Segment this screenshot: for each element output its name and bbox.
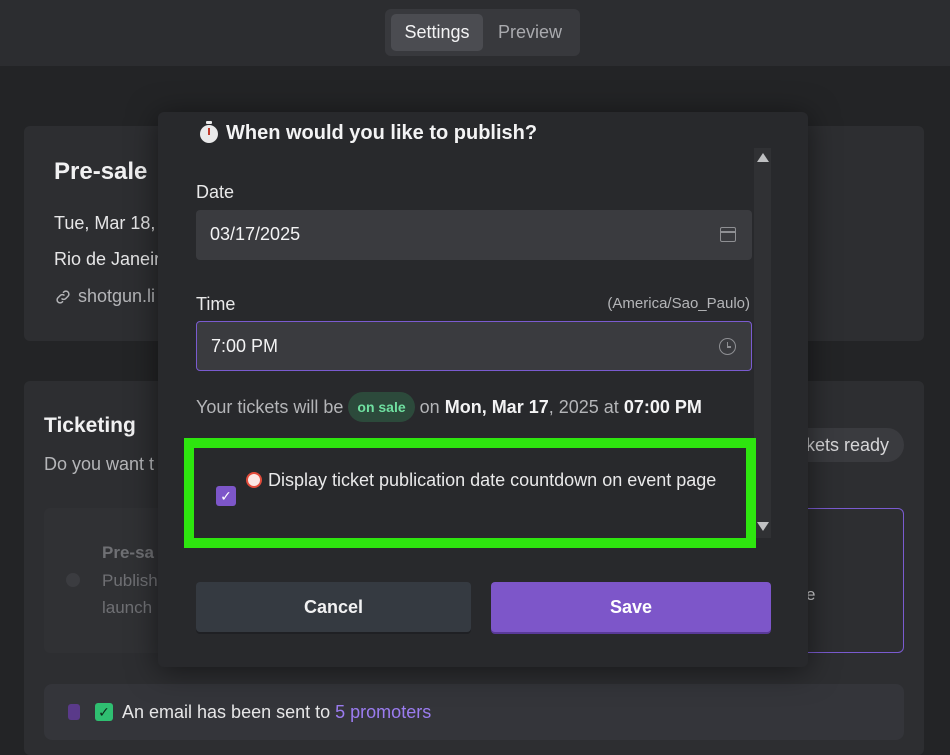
on-sale-badge: on sale (348, 392, 415, 422)
timezone-label: (America/Sao_Paulo) (607, 295, 750, 312)
date-field[interactable] (196, 210, 752, 260)
sale-on: on (419, 396, 440, 417)
time-field[interactable] (196, 321, 752, 371)
sale-year: , 2025 at (548, 396, 619, 417)
modal-title-text: When would you like to publish? (226, 122, 538, 144)
countdown-label-text: Display ticket publication date countdow… (268, 470, 717, 490)
time-input[interactable] (211, 322, 691, 370)
email-notice-text: An email has been sent to (122, 702, 331, 722)
sale-time: 07:00 PM (623, 396, 702, 417)
stopwatch-icon (200, 120, 218, 143)
presale-option-title: Pre-sa (102, 543, 154, 562)
link-icon (56, 289, 70, 304)
presale-option-line: launch (102, 598, 153, 617)
sale-date: Mon, Mar 17 (444, 396, 549, 417)
event-link[interactable]: shotgun.li (54, 286, 155, 307)
view-switcher: Settings Preview (385, 9, 580, 56)
promoters-link[interactable]: 5 promoters (335, 702, 431, 722)
ticketing-title: Ticketing (44, 414, 136, 437)
clock-icon[interactable] (719, 338, 736, 355)
modal-scrollbar[interactable] (754, 148, 771, 538)
presale-option-line: Publish (102, 571, 158, 590)
tab-settings[interactable]: Settings (391, 14, 483, 51)
calendar-icon[interactable] (720, 227, 736, 242)
date-input[interactable] (210, 210, 690, 258)
tab-preview[interactable]: Preview (485, 14, 575, 51)
publish-date-modal: When would you like to publish? Date Tim… (158, 112, 808, 667)
countdown-checkbox[interactable]: ✓ (216, 486, 236, 506)
presale-option-radio[interactable] (66, 573, 80, 587)
notice-icon (68, 704, 80, 720)
ticketing-question: Do you want t (44, 454, 155, 474)
scroll-up-icon[interactable] (757, 153, 769, 162)
scroll-down-icon[interactable] (757, 522, 769, 531)
alarm-clock-icon (246, 472, 262, 488)
event-link-text: shotgun.li (78, 286, 156, 306)
modal-title: When would you like to publish? (200, 120, 538, 145)
event-title: Pre-sale (54, 158, 148, 185)
sale-prefix: Your tickets will be (196, 396, 344, 417)
time-label: Time (196, 294, 236, 314)
date-label: Date (196, 182, 235, 202)
top-bar: Settings Preview (0, 0, 950, 66)
countdown-option[interactable]: ✓ Display ticket publication date countd… (196, 448, 746, 538)
countdown-label: Display ticket publication date countdow… (246, 466, 736, 494)
cancel-button[interactable]: Cancel (196, 582, 471, 632)
sale-summary: Your tickets will be on sale on Mon, Mar… (196, 392, 702, 422)
email-notice: An email has been sent to 5 promoters (122, 702, 431, 723)
event-date: Tue, Mar 18, (54, 213, 156, 233)
save-button[interactable]: Save (491, 582, 771, 632)
event-location: Rio de Janeir (54, 249, 161, 269)
check-icon: ✓ (95, 703, 113, 721)
